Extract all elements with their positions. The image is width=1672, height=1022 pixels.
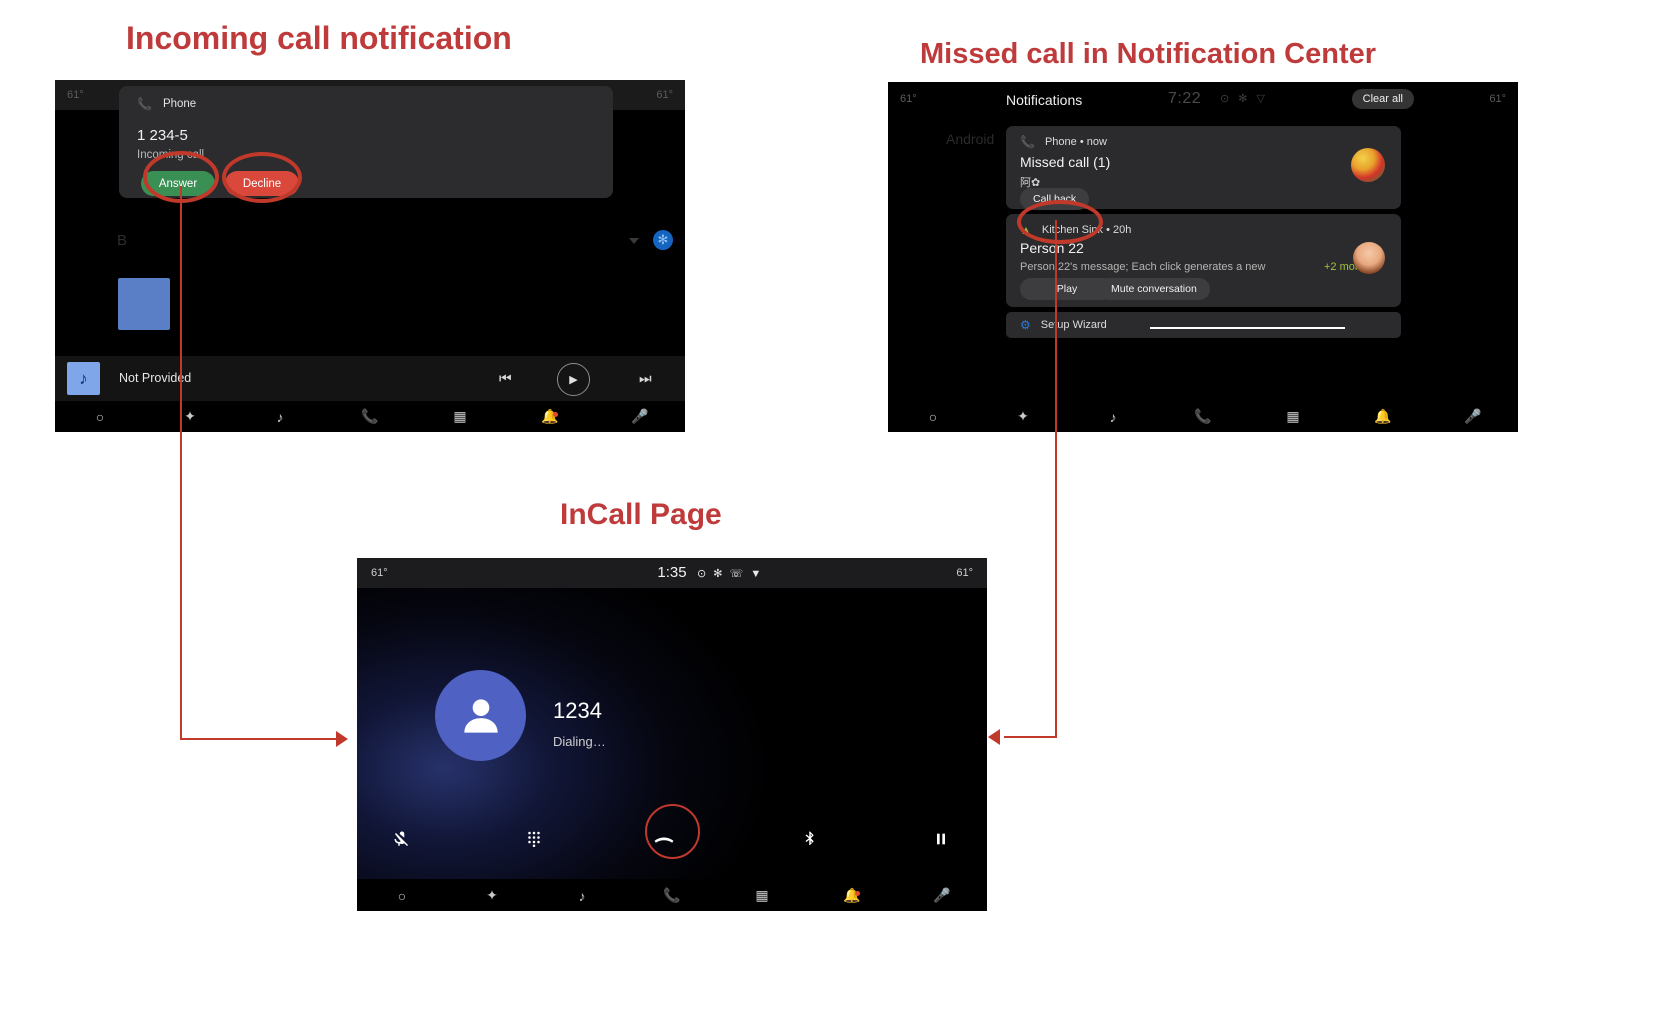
- screenshot-notification-center: 61° Notifications 7:22 ⊙ ✻ ▽ Clear all 6…: [888, 82, 1518, 432]
- temperature-left: 61°: [67, 89, 84, 101]
- notification-center-title: Notifications: [1006, 92, 1083, 108]
- notification-body: Person 22's message; Each click generate…: [1020, 261, 1266, 273]
- annotation-connector-answer-vertical: [180, 186, 182, 740]
- dialpad-icon[interactable]: [525, 830, 543, 853]
- system-status-icons: ⊙ ✻ ▽: [1220, 93, 1269, 105]
- nav-home[interactable]: ○: [55, 409, 145, 425]
- bluetooth-icon: ✻: [653, 230, 673, 250]
- album-art: [118, 278, 170, 330]
- nav-notifications[interactable]: 🔔: [505, 408, 595, 425]
- notification-header: 📞 Phone: [137, 97, 196, 111]
- clock: 7:22: [1168, 90, 1202, 107]
- heading-missed-call: Missed call in Notification Center: [920, 38, 1377, 70]
- annotation-connector-answer-horizontal: [180, 738, 340, 740]
- notification-app-name: Phone: [162, 98, 197, 110]
- skip-previous-icon[interactable]: ⏮: [499, 370, 512, 387]
- notification-badge-dot: [855, 891, 860, 896]
- notification-badge-dot: [553, 412, 558, 417]
- notification-header: ⚙ Setup Wizard: [1020, 318, 1107, 332]
- annotation-arrowhead-left: [988, 729, 1000, 745]
- nav-media[interactable]: ♪: [1068, 409, 1158, 425]
- nav-media[interactable]: ♪: [537, 888, 627, 904]
- notification-card-missed-call[interactable]: 📞 Phone • now Missed call (1) 阿✿ Call ba…: [1006, 126, 1401, 210]
- temperature-right: 61°: [1489, 93, 1506, 105]
- nav-phone[interactable]: 📞: [627, 887, 717, 904]
- chevron-down-icon[interactable]: [629, 238, 639, 244]
- clock: 1:35: [657, 564, 687, 581]
- nav-apps[interactable]: ▦: [415, 408, 505, 425]
- nav-assistant[interactable]: 🎤: [595, 408, 685, 425]
- temperature-left: 61°: [900, 93, 917, 105]
- annotation-ellipse-call-back: [1017, 200, 1103, 244]
- heading-incoming-call: Incoming call notification: [126, 20, 512, 56]
- notification-header: 📞 Phone • now: [1020, 135, 1107, 149]
- notification-card-setup-wizard[interactable]: ⚙ Setup Wizard: [1006, 312, 1401, 338]
- nav-notifications[interactable]: 🔔: [807, 887, 897, 904]
- annotation-connector-callback-horizontal: [1004, 736, 1057, 738]
- pause-icon[interactable]: [933, 830, 949, 853]
- background-title: B: [117, 232, 128, 249]
- play-icon[interactable]: ▶: [557, 363, 590, 396]
- contact-name: 1234: [553, 698, 602, 723]
- navigation-bar: ○ ✦ ♪ 📞 ▦ 🔔 🎤: [888, 401, 1518, 432]
- avatar: [1353, 242, 1385, 274]
- notification-app-name: Setup Wizard: [1040, 319, 1107, 331]
- navigation-bar: ○ ✦ ♪ 📞 ▦ 🔔 🎤: [357, 880, 987, 911]
- person-avatar-icon: [435, 670, 526, 761]
- navigation-bar: ○ ✦ ♪ 📞 ▦ 🔔 🎤: [55, 401, 685, 432]
- music-note-icon: ♪: [67, 362, 100, 395]
- phone-icon: 📞: [137, 97, 152, 111]
- avatar: [1351, 148, 1385, 182]
- nav-navigation[interactable]: ✦: [145, 408, 235, 425]
- mic-off-icon[interactable]: [393, 830, 411, 853]
- nav-notifications[interactable]: 🔔: [1338, 408, 1428, 425]
- gear-icon: ⚙: [1020, 318, 1031, 332]
- clear-all-button[interactable]: Clear all: [1351, 89, 1414, 109]
- notification-app-name: Phone • now: [1044, 136, 1107, 148]
- skip-next-icon[interactable]: ⏭: [639, 370, 652, 387]
- caller-number: 1 234-5: [137, 127, 188, 144]
- bluetooth-icon[interactable]: [801, 830, 819, 853]
- nav-phone[interactable]: 📞: [1158, 408, 1248, 425]
- heading-incall-page: InCall Page: [560, 498, 722, 531]
- annotation-ellipse-end-call: [645, 804, 700, 859]
- system-status-icons: ⊙ ✻ ☏ ▼: [697, 568, 764, 580]
- nav-navigation[interactable]: ✦: [447, 887, 537, 904]
- mute-conversation-button[interactable]: Mute conversation: [1098, 278, 1210, 300]
- screenshot-incoming-call: 61° 61° B ✻ 📞 Phone 1 234-5 Incoming cal…: [55, 80, 685, 432]
- temperature-right: 61°: [956, 567, 973, 579]
- annotation-connector-callback-vertical: [1055, 220, 1057, 738]
- background-label: Android: [946, 131, 995, 147]
- status-bar: 61° 1:35 ⊙ ✻ ☏ ▼ 61°: [357, 558, 987, 588]
- phone-icon: 📞: [1020, 135, 1035, 149]
- progress-line: [1150, 327, 1345, 329]
- nav-assistant[interactable]: 🎤: [897, 887, 987, 904]
- nav-home[interactable]: ○: [357, 888, 447, 904]
- nav-home[interactable]: ○: [888, 409, 978, 425]
- annotation-ellipse-decline: [222, 152, 302, 203]
- nav-media[interactable]: ♪: [235, 409, 325, 425]
- temperature-right: 61°: [656, 89, 673, 101]
- media-bar[interactable]: ♪ Not Provided ⏮ ▶ ⏭: [55, 356, 685, 401]
- nav-phone[interactable]: 📞: [325, 408, 415, 425]
- call-state-label: Dialing…: [553, 734, 606, 749]
- nav-assistant[interactable]: 🎤: [1428, 408, 1518, 425]
- nav-apps[interactable]: ▦: [1248, 408, 1338, 425]
- nav-apps[interactable]: ▦: [717, 887, 807, 904]
- annotation-arrowhead-right: [336, 731, 348, 747]
- notification-title: Missed call (1): [1020, 154, 1111, 170]
- status-bar: 61° Notifications 7:22 ⊙ ✻ ▽ Clear all 6…: [888, 82, 1518, 115]
